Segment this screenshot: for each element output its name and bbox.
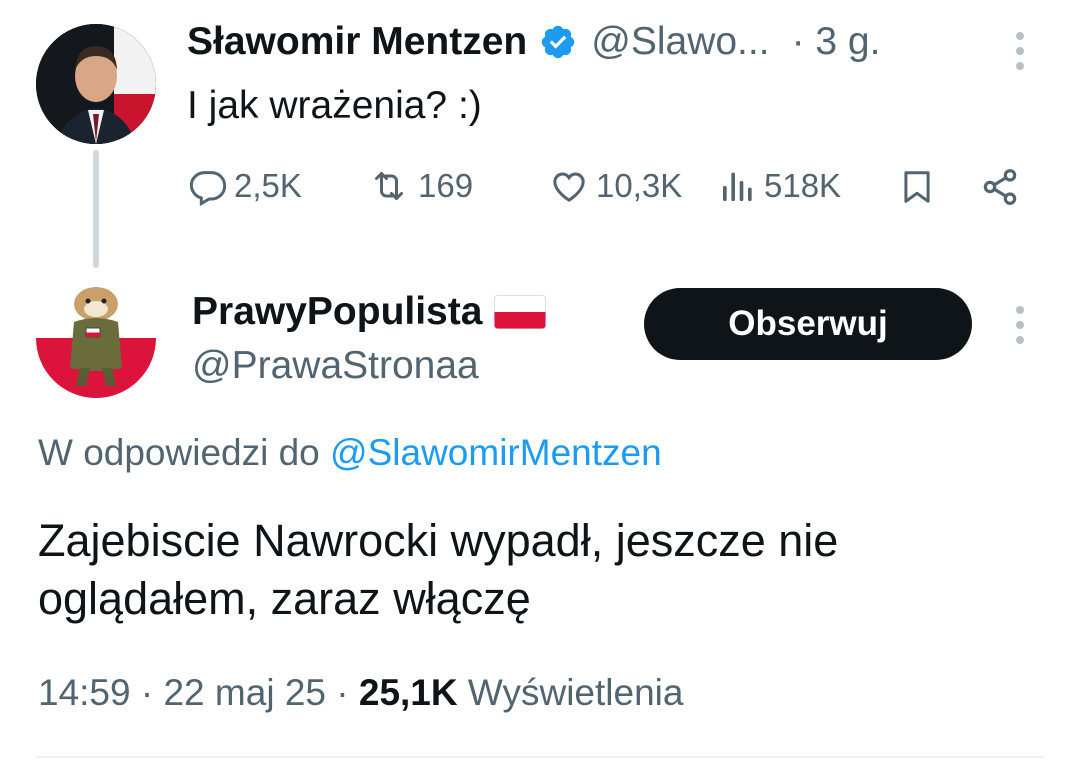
reply-button[interactable]: 2,5K — [188, 166, 302, 206]
share-icon — [983, 169, 1017, 205]
poland-flag-icon — [494, 295, 547, 329]
tweet-time[interactable]: · 3 g. — [792, 20, 881, 64]
reply-author-avatar[interactable] — [36, 278, 156, 398]
meta-separator: · — [336, 672, 359, 713]
reply-author-name[interactable]: PrawyPopulista — [192, 290, 482, 334]
retweet-icon — [375, 172, 403, 200]
views-count: 518K — [764, 167, 842, 204]
more-options-icon[interactable] — [1010, 32, 1030, 70]
bookmark-button[interactable] — [898, 166, 936, 208]
retweet-button[interactable]: 169 — [366, 166, 473, 206]
views-button[interactable]: 518K — [718, 166, 841, 206]
tweet-date[interactable]: 22 maj 25 — [163, 672, 326, 713]
divider — [36, 756, 1044, 758]
tweet-header: Sławomir Mentzen @Slawo... · 3 g. — [187, 20, 880, 64]
thread-line — [93, 150, 99, 268]
reply-context: W odpowiedzi do @SlawomirMentzen — [38, 432, 662, 474]
meta-separator: · — [140, 672, 164, 713]
author-handle[interactable]: @Slawo... — [591, 20, 769, 64]
reply-author-handle[interactable]: @PrawaStronaa — [192, 344, 479, 388]
reply-icon — [189, 171, 227, 206]
tweet-text: I jak wrażenia? :) — [187, 84, 482, 127]
verified-badge-icon — [539, 23, 577, 61]
share-button[interactable] — [980, 166, 1020, 208]
views-total: 25,1K — [358, 672, 458, 713]
tweet-time[interactable]: 14:59 — [38, 672, 131, 713]
heart-icon — [553, 172, 585, 202]
follow-button[interactable]: Obserwuj — [644, 288, 972, 360]
reply-author-row: PrawyPopulista — [192, 290, 547, 334]
avatar-photo — [36, 24, 156, 144]
avatar-image — [36, 278, 156, 398]
bookmark-icon — [904, 171, 930, 203]
author-avatar[interactable] — [36, 24, 156, 144]
views-label: Wyświetlenia — [467, 672, 684, 713]
views-chart-icon — [723, 172, 752, 201]
tweet-meta: 14:59 · 22 maj 25 · 25,1K Wyświetlenia — [38, 672, 683, 714]
reply-context-handle-link[interactable]: @SlawomirMentzen — [330, 432, 662, 473]
reply-context-prefix: W odpowiedzi do — [38, 432, 320, 473]
reply-text: Zajebiscie Nawrocki wypadł, jeszcze nie … — [38, 515, 839, 624]
author-name[interactable]: Sławomir Mentzen — [187, 20, 527, 64]
reply-more-options-icon[interactable] — [1010, 306, 1030, 344]
like-button[interactable]: 10,3K — [548, 166, 682, 206]
retweet-count: 169 — [418, 167, 474, 204]
reply-count: 2,5K — [234, 167, 302, 204]
like-count: 10,3K — [596, 167, 683, 204]
